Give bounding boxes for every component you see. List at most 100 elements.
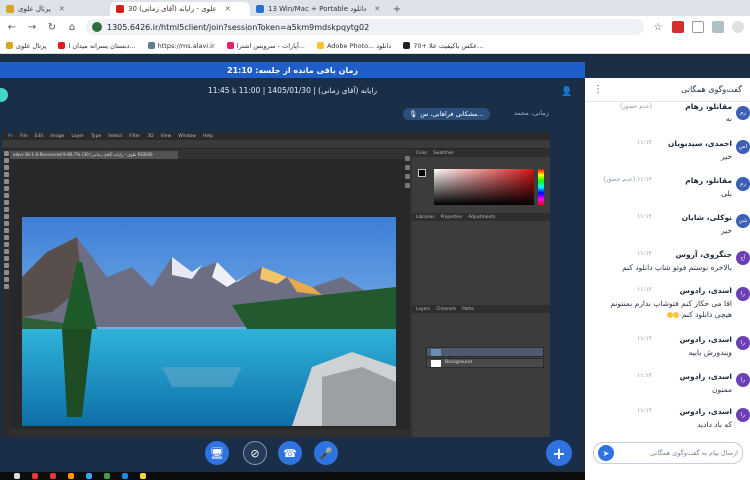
- bookmark-school[interactable]: دبستان پسرانه میدان ا...: [58, 42, 136, 50]
- taskbar-app-icon: [140, 473, 146, 479]
- plus-icon: +: [552, 443, 566, 463]
- avatar: رم: [736, 177, 750, 191]
- pen-tool-icon: [3, 249, 9, 254]
- microphone-button[interactable]: 🎤: [314, 441, 338, 465]
- message-time: ۱۱:۱۲: [637, 250, 652, 257]
- public-chat-panel: ⋮ گفت‌وگوی همگانی رم مقانلو، رهام (عدم ح…: [585, 78, 750, 480]
- avatar: آح: [736, 251, 750, 265]
- mic-icon: 🎙: [409, 110, 418, 118]
- ps-panel-tab: Layers: [416, 306, 431, 312]
- message-text: اقا می حکاز کنم فتوشاپ ندارم بمنتونم: [610, 299, 732, 308]
- send-button[interactable]: ➤: [598, 445, 614, 461]
- message-author: مقانلو، رهام: [685, 102, 732, 111]
- message-text: که باد دادید: [697, 420, 732, 429]
- chat-message-list: رم مقانلو، رهام (عدم حضور) نه اس احمدی، …: [585, 102, 750, 442]
- shared-screen: Ps File Edit Image Layer Type Select Fil…: [2, 132, 550, 437]
- chat-message: را اسدی، رادوس ۱۱:۱۲ ویندورش بابیه: [585, 332, 750, 372]
- sidebar-icon[interactable]: [712, 21, 724, 33]
- avatar: را: [736, 287, 750, 301]
- extensions-icon[interactable]: [692, 21, 704, 33]
- bookmark-photoshop[interactable]: Adobe Photo... دانلود: [316, 42, 391, 50]
- browser-tab-download[interactable]: 13 Win/Mac + Portable دانلود ✕: [250, 2, 390, 16]
- time-value: ۱۱:۱۲: [637, 176, 652, 183]
- ps-panel-tab: Paths: [462, 306, 474, 312]
- app-root: پرتال علوی ✕ علوی - رایانه (آقای زمانی) …: [0, 0, 750, 480]
- download-favicon-icon: [256, 5, 264, 13]
- phone-button[interactable]: ☎: [278, 441, 302, 465]
- presenter-chip[interactable]: 🎙 مشکانی فراهانی، س...: [403, 108, 490, 120]
- message-author: احمدی، سیدبویان: [668, 139, 732, 148]
- character-panel-icon: [404, 174, 410, 179]
- reload-icon[interactable]: ↻: [46, 21, 58, 33]
- hand-tool-icon: [3, 277, 9, 282]
- close-icon[interactable]: ✕: [59, 5, 65, 13]
- chat-title: گفت‌وگوی همگانی: [681, 85, 742, 94]
- taskbar-app-icon: [14, 473, 20, 479]
- close-icon[interactable]: ✕: [374, 5, 380, 13]
- ps-panel-tab: Adjustments: [468, 214, 496, 220]
- message-time: ۱۱:۱۲: [637, 213, 652, 220]
- photoshop-options-bar: [2, 140, 550, 149]
- taskbar-app-icon: [32, 473, 38, 479]
- browser-tab-class[interactable]: علوی - رایانه (آقای زمانی) 30 ✕: [110, 2, 250, 16]
- avatar: را: [736, 336, 750, 350]
- new-tab-button[interactable]: +: [390, 2, 404, 16]
- profile-icon[interactable]: [732, 21, 744, 33]
- more-options-icon[interactable]: ⋮: [593, 84, 603, 95]
- screen-share-button[interactable]: 🖥: [205, 441, 229, 465]
- marquee-tool-icon: [3, 158, 9, 163]
- bookmark-ms[interactable]: https://ms.alavi.ir: [147, 41, 215, 50]
- bookmark-label: https://ms.alavi.ir: [157, 41, 215, 50]
- paragraph-panel-icon: [404, 183, 410, 188]
- avatar: شن: [736, 214, 750, 228]
- layers-panel-tabs: Layers Channels Paths: [412, 305, 550, 313]
- bookmark-photos[interactable]: 70+ عکس باکیفیت علا...: [403, 42, 483, 50]
- site-info-icon[interactable]: [92, 22, 102, 32]
- photoshop-canvas: [10, 159, 410, 429]
- photoshop-side-icons: [402, 152, 412, 192]
- chat-message: رم مقانلو، رهام (عدم حضور) ۱۱:۱۲ بلی: [585, 173, 750, 213]
- forward-icon[interactable]: →: [26, 21, 38, 33]
- layer-thumbnail-icon: [431, 360, 441, 367]
- close-icon[interactable]: ✕: [225, 5, 231, 13]
- chat-message: را اسدی، رادوس ۱۱:۱۲ اقا می حکاز کنم فتو…: [585, 283, 750, 333]
- move-tool-icon: [3, 151, 9, 156]
- bookmark-favicon-icon: [147, 42, 155, 49]
- bookmark-label: 70+ عکس باکیفیت علا...: [413, 41, 484, 50]
- home-icon[interactable]: ⌂: [66, 21, 78, 33]
- ps-menu-item: File: [19, 133, 28, 139]
- taskbar-app-icon: [104, 473, 110, 479]
- ps-menu-item: Type: [90, 133, 102, 139]
- bookmark-portal[interactable]: پرتال علوی: [6, 42, 46, 50]
- browser-tab-portal[interactable]: پرتال علوی ✕: [0, 2, 110, 16]
- chat-message: آح حنگروی، آروس ۱۱:۱۲ بالاخره نوستم فوتو…: [585, 247, 750, 287]
- message-text: بالاخره نوستم فوتو شاپ دانلود کنم: [622, 263, 732, 272]
- message-author: اسدی، رادوس: [679, 335, 732, 344]
- history-panel-icon: [404, 156, 410, 161]
- url-text: 1305.6426.ir/html5client/join?sessionTok…: [107, 22, 370, 32]
- pdf-extension-icon[interactable]: [672, 21, 684, 33]
- back-icon[interactable]: ←: [6, 21, 18, 33]
- session-timer: زمان باقی مانده از جلسه: 21:10: [0, 62, 585, 78]
- bookmark-aparat[interactable]: آپارات - سرویس اشترا...: [226, 42, 305, 50]
- bookmark-label: پرتال علوی: [16, 41, 47, 50]
- avatar: را: [736, 408, 750, 422]
- ps-menu-item: View: [160, 133, 172, 139]
- users-icon[interactable]: 👤: [561, 87, 573, 97]
- presenter-chip-label: مشکانی فراهانی، س...: [420, 110, 484, 118]
- address-bar: ← → ↻ ⌂ 1305.6426.ir/html5client/join?se…: [0, 16, 750, 38]
- zoom-tool-icon: [3, 284, 9, 289]
- ps-menu-item: Layer: [71, 133, 84, 139]
- magic-wand-tool-icon: [3, 172, 9, 177]
- camera-button[interactable]: ⊘: [243, 441, 267, 465]
- actions-button[interactable]: +: [546, 440, 572, 466]
- ps-menu-item: Select: [108, 133, 123, 139]
- tab-label: پرتال علوی: [18, 5, 51, 13]
- dodge-tool-icon: [3, 242, 9, 247]
- message-text: خیر: [720, 226, 732, 235]
- star-icon[interactable]: ☆: [652, 21, 664, 33]
- taskbar-app-icon: [50, 473, 56, 479]
- url-field[interactable]: 1305.6426.ir/html5client/join?sessionTok…: [86, 19, 644, 35]
- chat-message-input[interactable]: [618, 449, 738, 457]
- presentation-stage: رایانه (آقای زمانی) | 1405/01/30 | 11:00…: [0, 78, 585, 480]
